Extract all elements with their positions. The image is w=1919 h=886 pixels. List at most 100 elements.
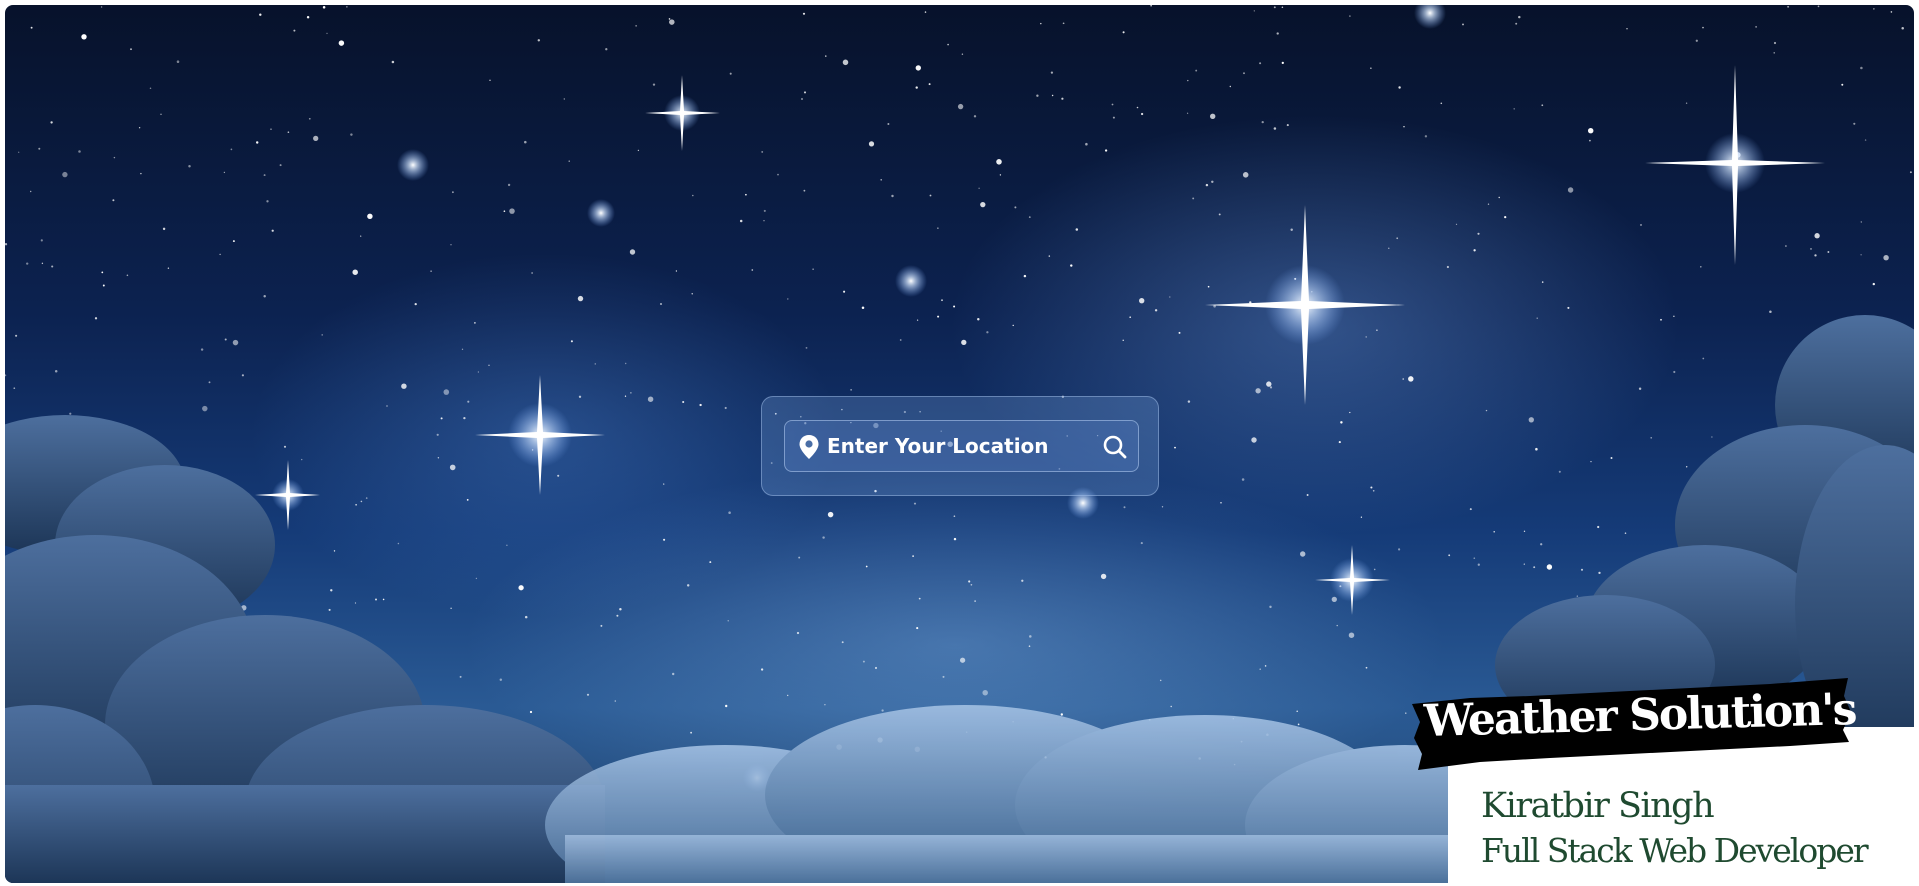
star [739,219,743,223]
star [160,113,162,116]
star [503,210,506,213]
star [1860,221,1862,223]
star [1773,52,1775,54]
star [1493,530,1495,533]
star [1787,5,1790,8]
star [1523,530,1526,532]
star [928,83,931,86]
star [1473,557,1476,560]
star [796,631,800,635]
star [167,267,170,269]
star [1518,15,1521,19]
star [1139,298,1145,304]
star [69,412,72,415]
star [699,403,702,407]
star [1462,23,1464,26]
star [1169,296,1171,298]
star [1218,213,1221,216]
star [1195,69,1198,72]
star [223,171,226,174]
star [1700,266,1702,268]
star [616,614,619,617]
star [918,597,921,600]
star [1014,206,1017,209]
star [1269,386,1273,389]
star [629,249,636,255]
star [912,555,914,557]
star [367,213,373,220]
star [113,156,116,159]
star [1440,102,1443,105]
star [1276,32,1279,35]
star [1178,331,1181,334]
star [1122,339,1124,341]
star [529,710,533,714]
star [1170,705,1172,708]
star [1523,563,1525,565]
star [1331,596,1337,603]
star [1186,112,1189,114]
star [624,395,627,397]
star [959,657,966,663]
star [725,704,728,708]
star [81,34,87,40]
star [219,253,221,256]
search-icon[interactable] [1101,433,1129,461]
star [1051,94,1054,97]
star [1370,67,1372,69]
star [1349,15,1351,17]
star [1136,106,1139,109]
star [1259,668,1261,670]
star [1123,506,1126,509]
star [1050,71,1054,74]
star [842,59,849,66]
star [724,406,727,410]
star [1883,254,1889,261]
star [430,270,432,272]
star [630,392,632,394]
location-search-input[interactable] [827,427,1087,465]
star [843,290,846,293]
star [669,19,675,25]
star [1253,10,1255,12]
star [263,295,266,298]
star [355,504,357,506]
star [326,32,328,35]
star [15,334,18,337]
star [805,346,808,349]
star [293,29,296,32]
star [112,199,115,202]
star [1396,237,1399,240]
star [41,262,44,265]
star [1373,568,1376,571]
star [30,26,33,29]
star [1827,251,1830,253]
star [463,416,466,420]
star [1446,265,1450,269]
star [868,141,875,147]
star [970,583,973,586]
star [668,18,671,20]
star [1408,376,1414,382]
star [874,666,878,670]
star [1122,31,1125,34]
star [1187,79,1189,82]
star [977,318,980,321]
star [929,194,932,197]
star [760,668,764,671]
star [1029,635,1032,638]
star [953,515,956,518]
search-box[interactable] [784,420,1139,472]
star [942,675,945,678]
star [1243,72,1245,75]
star [974,600,976,602]
star [1104,149,1108,152]
star [1558,470,1561,473]
star [570,340,573,343]
star [913,502,917,505]
star [786,694,789,697]
star [787,298,789,300]
star [1281,6,1284,8]
star [467,400,470,403]
star [1220,501,1222,504]
